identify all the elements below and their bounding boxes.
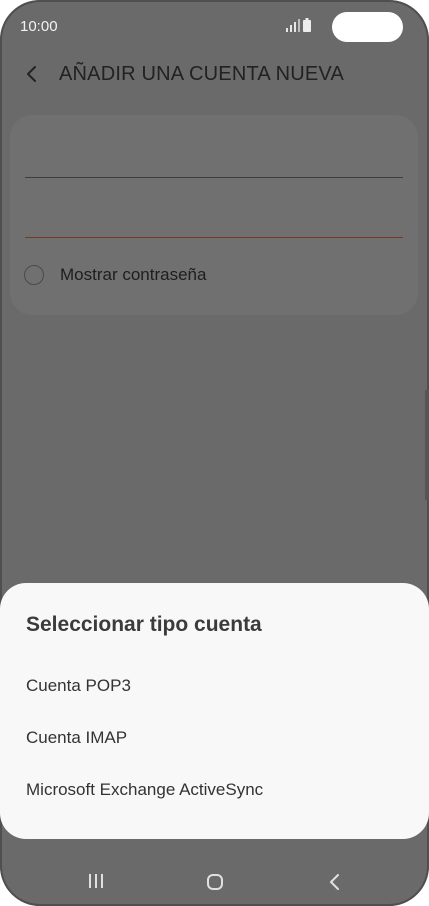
show-password-option[interactable]: Mostrar contraseña: [24, 262, 206, 288]
phone-screen: 10:00 AÑADIR UNA CUENTA NUEVA Mostrar co: [0, 0, 429, 906]
page-title: AÑADIR UNA CUENTA NUEVA: [59, 63, 345, 85]
option-pop3[interactable]: Cuenta POP3: [26, 676, 131, 696]
screen-edge: [425, 390, 429, 500]
navigation-bar: [0, 845, 429, 906]
password-field[interactable]: [25, 205, 403, 238]
chevron-left-icon[interactable]: [22, 62, 42, 86]
camera-cutout: [332, 12, 403, 42]
show-password-label: Mostrar contraseña: [60, 265, 207, 284]
status-icons: [285, 18, 315, 32]
home-icon[interactable]: [206, 873, 224, 891]
account-form-card: Mostrar contraseña: [10, 115, 418, 315]
back-icon[interactable]: [328, 872, 342, 892]
option-imap[interactable]: Cuenta IMAP: [26, 728, 127, 748]
dialog-title: Seleccionar tipo cuenta: [26, 613, 262, 636]
app-bar: AÑADIR UNA CUENTA NUEVA: [0, 52, 429, 100]
account-type-dialog: Seleccionar tipo cuenta Cuenta POP3 Cuen…: [0, 583, 429, 839]
signal-icon: [286, 19, 300, 32]
option-exchange[interactable]: Microsoft Exchange ActiveSync: [26, 780, 263, 800]
status-bar: 10:00: [0, 0, 429, 52]
email-field[interactable]: [25, 145, 403, 178]
recents-icon[interactable]: [86, 872, 106, 890]
status-time: 10:00: [20, 18, 58, 35]
show-password-checkbox[interactable]: [24, 265, 44, 285]
battery-icon: [303, 18, 311, 32]
